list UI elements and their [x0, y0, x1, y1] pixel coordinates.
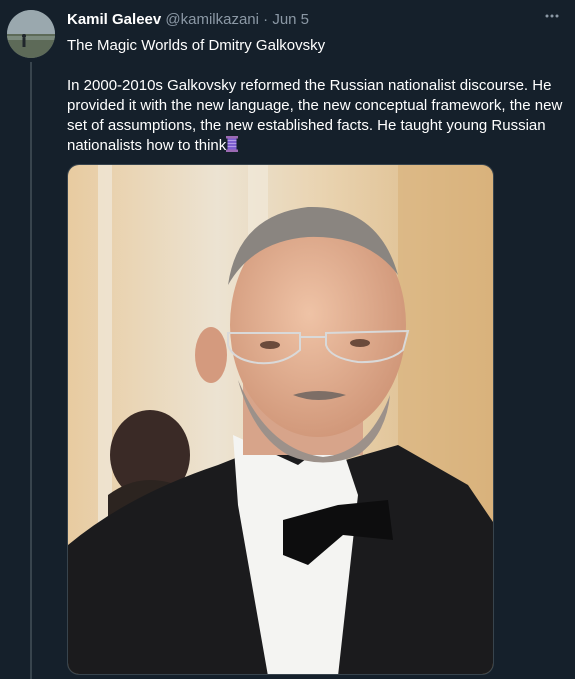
author-handle[interactable]: @kamilkazani: [165, 11, 259, 28]
more-horizontal-icon[interactable]: [541, 8, 563, 30]
tweet-title-line: The Magic Worlds of Dmitry Galkovsky: [67, 37, 326, 54]
separator-dot: ·: [263, 11, 269, 28]
tweet-photo[interactable]: [67, 164, 494, 675]
author-name[interactable]: Kamil Galeev: [67, 11, 161, 28]
tweet[interactable]: Kamil Galeev @kamilkazani · Jun 5 The Ma…: [0, 0, 575, 679]
thread-line: [30, 62, 32, 679]
tweet-body-paragraph: In 2000-2010s Galkovsky reformed the Rus…: [67, 76, 567, 156]
tweet-body-text: In 2000-2010s Galkovsky reformed the Rus…: [67, 77, 563, 154]
tweet-date[interactable]: Jun 5: [272, 11, 309, 28]
tweet-header: Kamil Galeev @kamilkazani · Jun 5: [67, 10, 309, 30]
thread-spool-icon: [226, 136, 239, 152]
tweet-text: The Magic Worlds of Dmitry Galkovsky In …: [67, 36, 567, 156]
avatar[interactable]: [7, 10, 55, 58]
